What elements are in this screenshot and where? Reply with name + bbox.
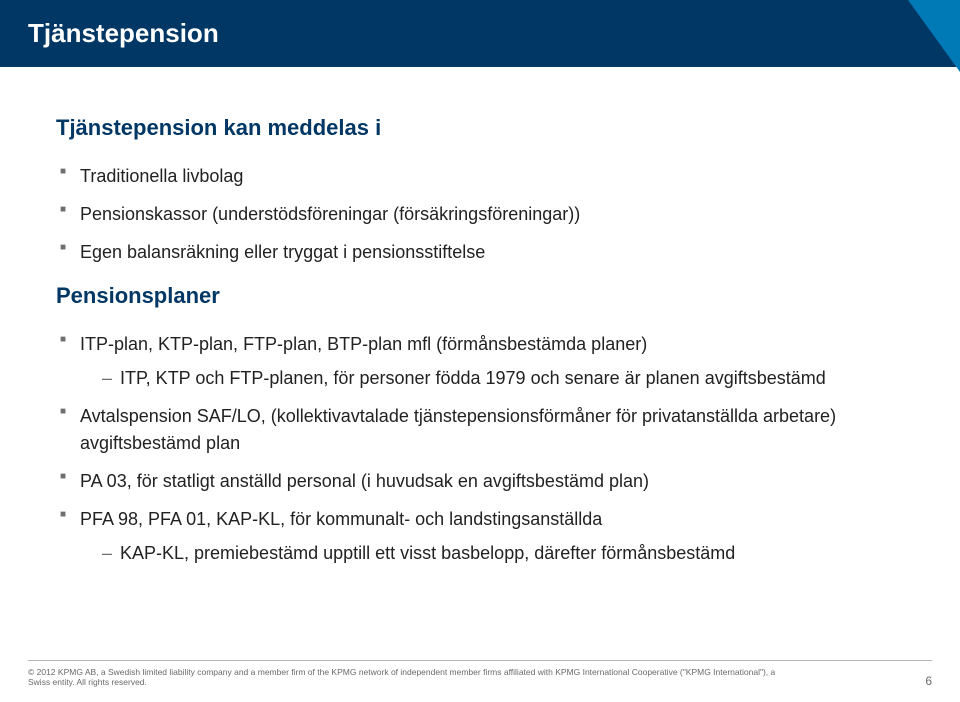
list-item: Pensionskassor (understödsföreningar (fö… [60, 201, 904, 227]
accent-wedge-icon [908, 0, 960, 72]
content-area: Tjänstepension kan meddelas i Traditione… [0, 67, 960, 566]
list-item-text: PFA 98, PFA 01, KAP-KL, för kommunalt- o… [80, 509, 602, 529]
list-item: Avtalspension SAF/LO, (kollektivavtalade… [60, 403, 904, 455]
footer: © 2012 KPMG AB, a Swedish limited liabil… [28, 660, 932, 688]
slide-title: Tjänstepension [28, 18, 932, 49]
list-item: Traditionella livbolag [60, 163, 904, 189]
list-item: PFA 98, PFA 01, KAP-KL, för kommunalt- o… [60, 506, 904, 566]
list-item: ITP-plan, KTP-plan, FTP-plan, BTP-plan m… [60, 331, 904, 391]
bullet-list-2: ITP-plan, KTP-plan, FTP-plan, BTP-plan m… [60, 331, 904, 566]
sub-list-item: ITP, KTP och FTP-planen, för personer fö… [102, 365, 904, 391]
bullet-list-1: Traditionella livbolag Pensionskassor (u… [60, 163, 904, 265]
page-number: 6 [925, 674, 932, 688]
title-bar: Tjänstepension [0, 0, 960, 67]
list-item: Egen balansräkning eller tryggat i pensi… [60, 239, 904, 265]
sub-list: KAP-KL, premiebestämd upptill ett visst … [102, 540, 904, 566]
list-item-text: ITP-plan, KTP-plan, FTP-plan, BTP-plan m… [80, 334, 647, 354]
section-heading-1: Tjänstepension kan meddelas i [56, 115, 904, 141]
section-heading-2: Pensionsplaner [56, 283, 904, 309]
footer-copyright: © 2012 KPMG AB, a Swedish limited liabil… [28, 667, 788, 688]
list-item: PA 03, för statligt anställd personal (i… [60, 468, 904, 494]
sub-list-item: KAP-KL, premiebestämd upptill ett visst … [102, 540, 904, 566]
sub-list: ITP, KTP och FTP-planen, för personer fö… [102, 365, 904, 391]
slide: Tjänstepension Tjänstepension kan meddel… [0, 0, 960, 702]
